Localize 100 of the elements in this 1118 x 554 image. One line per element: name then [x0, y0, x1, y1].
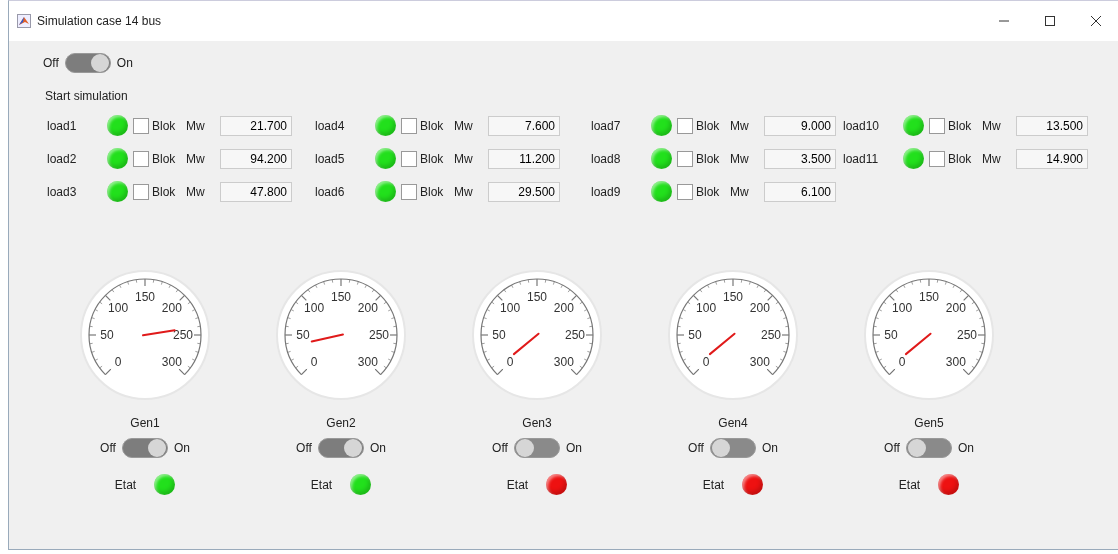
load-name: load2 [47, 151, 78, 166]
generator-name: Gen4 [718, 416, 748, 430]
close-icon [1091, 16, 1101, 26]
scale-label: 50 [100, 328, 114, 342]
maximize-icon [1045, 16, 1055, 26]
toggle-switch[interactable] [513, 438, 560, 458]
scale-label: 300 [161, 354, 182, 369]
mw-field[interactable]: 9.000 [764, 115, 836, 136]
toggle-switch[interactable] [905, 438, 952, 458]
blok-label: Blok [420, 184, 445, 199]
blok-checkbox[interactable] [401, 183, 417, 200]
scale-label: 300 [945, 354, 966, 369]
blok-label: Blok [696, 151, 721, 166]
scale-label: 300 [749, 354, 770, 369]
mw-field[interactable]: 6.100 [764, 181, 836, 202]
scale-label: 50 [296, 328, 310, 342]
toggle-switch[interactable] [709, 438, 756, 458]
blok-checkbox[interactable] [133, 183, 149, 200]
mw-field[interactable]: 14.900 [1016, 148, 1088, 169]
scale-label: 150 [135, 290, 155, 304]
gauge-needle [708, 332, 736, 356]
window-title: Simulation case 14 bus [37, 14, 163, 28]
scale-label: 0 [310, 354, 318, 369]
on-label: On [369, 441, 386, 455]
mw-field[interactable]: 7.600 [488, 115, 560, 136]
scale-label: 200 [553, 301, 574, 316]
blok-checkbox[interactable] [677, 117, 693, 134]
on-label: On [173, 441, 190, 455]
blok-label: Blok [152, 118, 177, 133]
on-label: On [116, 56, 133, 70]
unit-label: Mw [982, 118, 1002, 133]
scale-label: 200 [161, 301, 182, 316]
scale-label: 150 [331, 290, 351, 304]
blok-label: Blok [696, 118, 721, 133]
load-name: load9 [591, 184, 622, 199]
scale-label: 250 [957, 328, 977, 342]
scale-label: 50 [688, 328, 702, 342]
blok-checkbox[interactable] [401, 150, 417, 167]
blok-checkbox[interactable] [133, 150, 149, 167]
app-icon [17, 14, 31, 28]
on-label: On [565, 441, 582, 455]
mw-field[interactable]: 94.200 [220, 148, 292, 169]
scale-label: 50 [492, 328, 506, 342]
unit-label: Mw [186, 118, 206, 133]
scale-label: 0 [506, 354, 514, 369]
load-name: load5 [315, 151, 346, 166]
off-label: Off [43, 56, 59, 70]
blok-checkbox[interactable] [929, 150, 945, 167]
mw-field[interactable]: 11.200 [488, 148, 560, 169]
scale-label: 150 [919, 290, 939, 304]
mw-field[interactable]: 29.500 [488, 181, 560, 202]
scale-label: 250 [761, 328, 781, 342]
blok-label: Blok [948, 118, 973, 133]
mw-field[interactable]: 47.800 [220, 181, 292, 202]
blok-checkbox[interactable] [677, 150, 693, 167]
scale-label: 100 [892, 301, 913, 316]
unit-label: Mw [730, 151, 750, 166]
toggle-switch[interactable] [64, 53, 111, 73]
unit-label: Mw [982, 151, 1002, 166]
scale-label: 250 [565, 328, 585, 342]
mw-field[interactable]: 3.500 [764, 148, 836, 169]
gauge-needle [512, 332, 540, 356]
on-label: On [957, 441, 974, 455]
state-label: Etat [898, 477, 921, 492]
state-label: Etat [310, 477, 333, 492]
mw-field[interactable]: 21.700 [220, 115, 292, 136]
scale-label: 150 [723, 290, 743, 304]
unit-label: Mw [186, 151, 206, 166]
load-name: load7 [591, 118, 622, 133]
blok-checkbox[interactable] [133, 117, 149, 134]
blok-checkbox[interactable] [677, 183, 693, 200]
scale-label: 200 [357, 301, 378, 316]
load-name: load1 [47, 118, 78, 133]
blok-label: Blok [152, 184, 177, 199]
scale-label: 250 [173, 328, 193, 342]
blok-checkbox[interactable] [929, 117, 945, 134]
blok-label: Blok [152, 151, 177, 166]
scale-label: 0 [702, 354, 710, 369]
off-label: Off [492, 441, 508, 455]
toggle-switch[interactable] [121, 438, 168, 458]
gauge-needle [904, 332, 932, 356]
scale-label: 100 [696, 301, 717, 316]
scale-label: 0 [898, 354, 906, 369]
unit-label: Mw [186, 184, 206, 199]
scale-label: 100 [500, 301, 521, 316]
off-label: Off [296, 441, 312, 455]
blok-checkbox[interactable] [401, 117, 417, 134]
scale-label: 250 [369, 328, 389, 342]
state-label: Etat [702, 477, 725, 492]
load-name: load11 [843, 151, 880, 166]
generator-name: Gen3 [522, 416, 552, 430]
scale-label: 150 [527, 290, 547, 304]
unit-label: Mw [730, 184, 750, 199]
state-label: Etat [506, 477, 529, 492]
start-simulation-label: Start simulation [45, 89, 129, 103]
mw-field[interactable]: 13.500 [1016, 115, 1088, 136]
gauge-needle [310, 333, 344, 343]
load-name: load8 [591, 151, 622, 166]
toggle-switch[interactable] [317, 438, 364, 458]
blok-label: Blok [420, 151, 445, 166]
